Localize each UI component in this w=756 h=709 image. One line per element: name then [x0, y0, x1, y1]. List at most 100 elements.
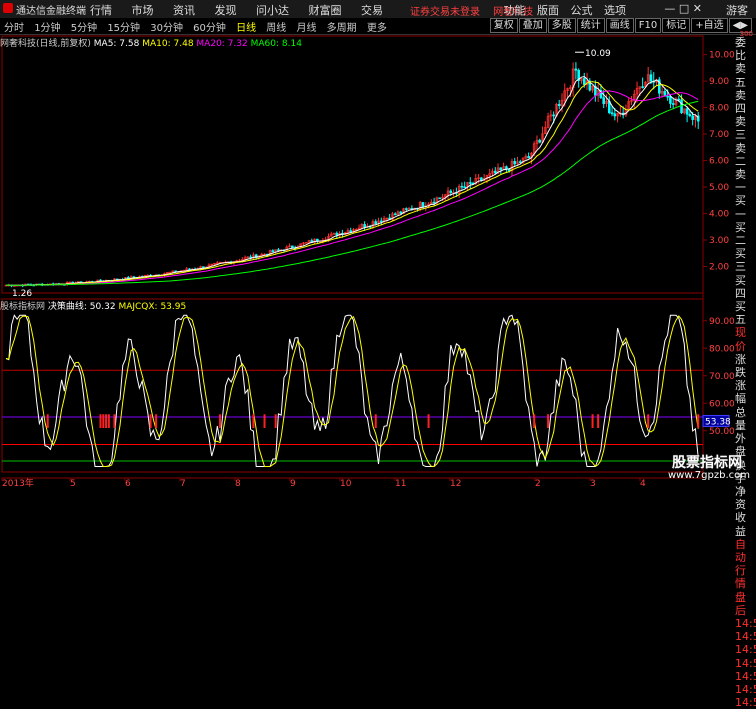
watermark-url: www.7gpzb.com — [668, 470, 750, 481]
candle-body — [671, 103, 675, 105]
sidebar-item: 买二 — [735, 220, 746, 248]
sidebar-item: 买五 — [735, 300, 746, 327]
price-tick-label: 3.00 — [709, 236, 729, 246]
x-axis-label: 2 — [535, 479, 541, 487]
sidebar-item: 卖一 — [735, 168, 746, 195]
x-axis-label: 6 — [125, 479, 131, 487]
sidebar-item: 收益 — [735, 511, 746, 538]
sidebar-item: 自动 — [735, 537, 746, 564]
candle-body — [499, 167, 503, 171]
candle-body — [379, 220, 383, 223]
x-axis-label: 4 — [640, 479, 646, 487]
candle-body — [449, 190, 453, 193]
candle-body — [421, 202, 425, 208]
candle-body — [527, 156, 530, 159]
sidebar-item: 买四 — [735, 273, 746, 300]
candle-body — [277, 249, 280, 251]
candle-body — [438, 197, 441, 200]
sidebar-item: 14:5 — [735, 682, 756, 696]
price-tick-label: 7.00 — [709, 130, 729, 140]
candle-body — [669, 96, 672, 104]
x-axis-label: 8 — [235, 479, 241, 487]
candle-body — [468, 182, 472, 184]
sidebar-item: 行情 — [735, 564, 746, 591]
sidebar-item: 总量 — [735, 405, 746, 432]
candle-body — [688, 114, 692, 117]
ind-current-label: 53.38 — [705, 417, 731, 427]
candle-body — [363, 224, 366, 228]
sidebar-item: 卖二 — [735, 141, 746, 168]
signal-bar — [105, 414, 108, 428]
sidebar-item: 14:5 — [735, 643, 756, 657]
sidebar-item: 盘后 — [735, 590, 746, 617]
signal-bar — [274, 414, 277, 428]
candle-body — [641, 86, 644, 88]
signal-bar — [149, 414, 152, 428]
candle-body — [505, 166, 508, 170]
ma10-value: MA10: 7.48 — [142, 39, 194, 49]
candle-body — [374, 221, 378, 225]
watermark-title: 股票指标网 — [672, 455, 742, 471]
indicator-frame — [1, 298, 704, 473]
stock-info-line: 网奢科技(日线,前复权) MA5: 7.58 MA10: 7.48 MA20: … — [0, 36, 302, 49]
candle-body — [349, 230, 353, 233]
x-axis-label: 5 — [70, 479, 76, 487]
sidebar-item: 卖五 — [735, 62, 746, 89]
x-axis-label: 9 — [290, 479, 296, 487]
ind-tick-label: 50.00 — [709, 427, 735, 437]
sidebar-item: 买一 — [735, 194, 746, 221]
candle-body — [538, 139, 542, 143]
signal-bar — [46, 414, 49, 428]
ma10-line — [5, 81, 699, 286]
x-axis-label: 10 — [340, 479, 352, 487]
signal-bar — [155, 414, 158, 428]
indicator-info-line: 股标指标网 决策曲线: 50.32 MAJCQX: 53.95 — [0, 299, 186, 312]
ind-tick-label: 60.00 — [709, 399, 735, 409]
sidebar-item: 卖四 — [735, 88, 746, 116]
signal-bar — [697, 414, 700, 428]
candle-body — [513, 161, 517, 165]
signal-bar — [647, 414, 650, 428]
price-tick-label: 9.00 — [709, 77, 729, 87]
price-tick-label: 6.00 — [709, 157, 729, 167]
candle-body — [271, 250, 275, 253]
price-tick-label: 2.00 — [709, 263, 729, 273]
majcqx-line — [5, 315, 699, 468]
ind-tick-label: 80.00 — [709, 344, 735, 354]
candle-body — [557, 103, 561, 107]
candle-body — [574, 68, 578, 71]
candle-body — [613, 113, 617, 117]
sidebar-item: 现价 — [735, 326, 746, 353]
stock-name: 网奢科技(日线,前复权) — [0, 39, 91, 49]
candle-body — [432, 201, 436, 204]
price-frame — [1, 35, 704, 294]
signal-bar — [547, 414, 550, 428]
candle-body — [493, 170, 497, 174]
ind-tick-label: 90.00 — [709, 317, 735, 327]
ma60-value: MA60: 8.14 — [250, 39, 302, 49]
sidebar-item: 买三 — [735, 247, 746, 274]
candle-body — [399, 211, 403, 214]
candle-body — [460, 185, 464, 188]
sidebar-item: 14:5 — [735, 630, 756, 644]
signal-bar — [591, 414, 594, 428]
x-axis-label: 11 — [395, 479, 406, 487]
kline-chart[interactable]: 10.00 9.00 8.00 7.00 6.00 5.00 4.00 3.00 2.00 90.… — [0, 0, 756, 487]
candle-body — [518, 161, 522, 164]
x-axis-label: 3 — [590, 479, 596, 487]
ma5-value: MA5: 7.58 — [93, 39, 140, 49]
signal-bar — [427, 414, 430, 428]
price-tick-label: 4.00 — [709, 210, 729, 220]
x-axis-label: 2013年 — [2, 477, 34, 487]
signal-bar — [99, 414, 102, 428]
indicator-name[interactable]: 股标指标网 — [0, 302, 45, 312]
candle-body — [393, 213, 397, 216]
candle-body — [666, 95, 669, 98]
sidebar-item: 涨跌 — [735, 352, 746, 380]
ind-tick-label: 70.00 — [709, 372, 735, 382]
signal-bar — [113, 414, 116, 428]
candle-body — [463, 186, 467, 189]
sidebar-item: 14:5 — [735, 669, 756, 683]
candle-body — [582, 78, 586, 85]
sidebar-item: 涨幅 — [735, 379, 746, 406]
